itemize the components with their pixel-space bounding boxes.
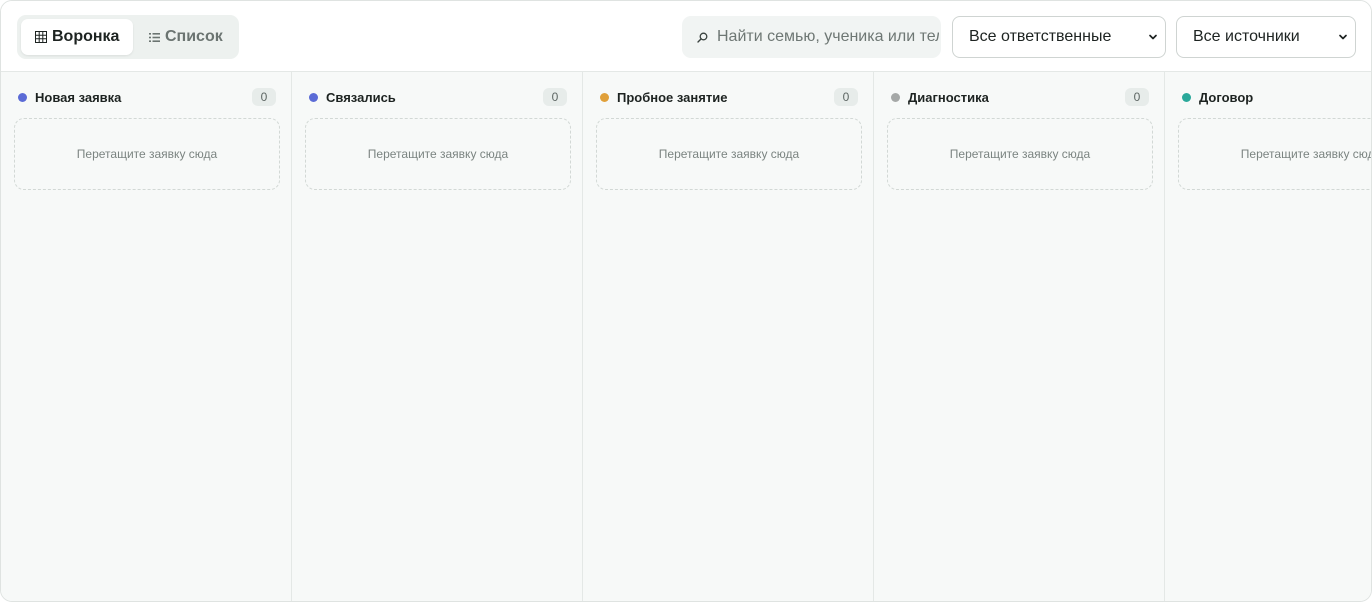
status-dot [309,92,318,102]
column-header: Договор [1182,89,1253,105]
search-box [682,16,941,58]
drop-zone[interactable]: Перетащите заявку сюда [1178,118,1371,190]
chevron-down-icon [1339,34,1347,40]
column-contacted: Связались 0 Перетащите заявку сюда [292,72,583,601]
drop-zone[interactable]: Перетащите заявку сюда [887,118,1153,190]
chevron-down-icon [1149,34,1157,40]
source-filter-select[interactable]: Все источники [1176,16,1356,58]
list-view-button[interactable]: Список [143,19,239,55]
column-header: Пробное занятие [600,89,727,105]
search-icon [695,29,709,45]
status-dot [1182,92,1191,102]
search-input[interactable] [717,16,939,58]
view-toggle: Воронка Список [17,15,239,59]
column-contract: Договор 0 Перетащите заявку сюда [1165,72,1371,601]
grid-icon [34,30,48,44]
status-dot [600,92,609,102]
column-title: Новая заявка [35,89,122,105]
funnel-view-label: Воронка [52,28,120,45]
column-count-badge: 0 [543,88,567,106]
column-count-badge: 0 [834,88,858,106]
drop-zone[interactable]: Перетащите заявку сюда [596,118,862,190]
drop-zone[interactable]: Перетащите заявку сюда [14,118,280,190]
responsible-filter-select[interactable]: Все ответственные [952,16,1166,58]
status-dot [891,92,900,102]
column-count-badge: 0 [1125,88,1149,106]
responsible-filter-value: Все ответственные [969,28,1112,45]
funnel-view-button[interactable]: Воронка [21,19,133,55]
list-view-label: Список [165,28,223,45]
column-header: Связались [309,89,396,105]
drop-zone[interactable]: Перетащите заявку сюда [305,118,571,190]
column-title: Пробное занятие [617,89,728,105]
column-header: Диагностика [891,89,989,105]
column-new-request: Новая заявка 0 Перетащите заявку сюда [1,72,292,601]
list-icon [147,30,161,44]
app-window: Воронка Список Найти семью, ученика или … [0,0,1372,602]
toolbar: Воронка Список Найти семью, ученика или … [1,1,1371,72]
source-filter-value: Все источники [1193,28,1300,45]
column-trial-lesson: Пробное занятие 0 Перетащите заявку сюда [583,72,874,601]
status-dot [18,92,27,102]
column-header: Новая заявка [18,89,121,105]
column-diagnostics: Диагностика 0 Перетащите заявку сюда [874,72,1165,601]
column-title: Диагностика [908,89,989,105]
column-title: Договор [1199,89,1254,105]
column-title: Связались [326,89,396,105]
kanban-board: Новая заявка 0 Перетащите заявку сюда Св… [1,72,1371,601]
column-count-badge: 0 [252,88,276,106]
